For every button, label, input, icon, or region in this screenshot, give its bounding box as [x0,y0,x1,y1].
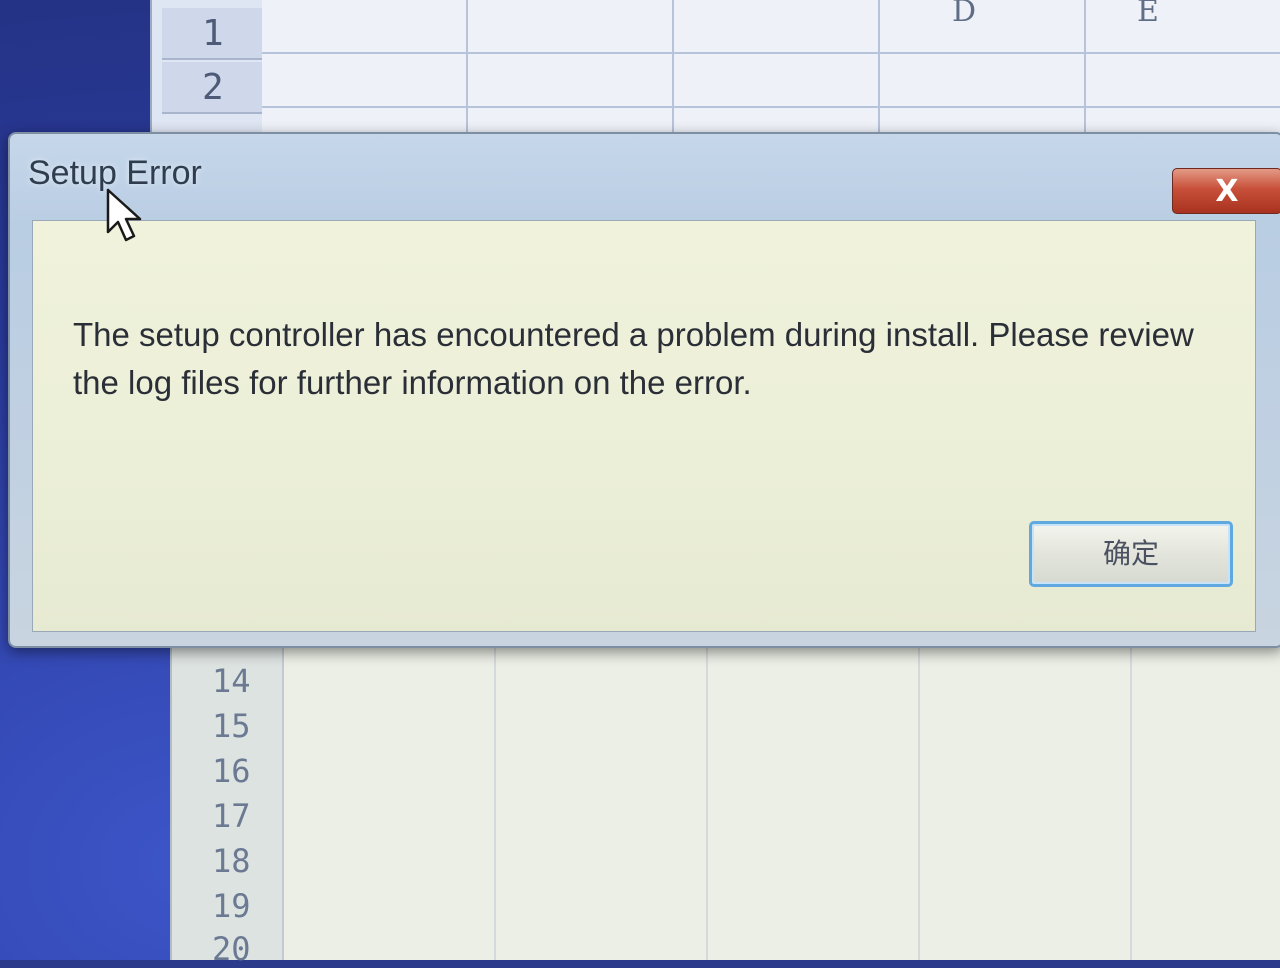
cell-grid-bottom[interactable] [284,640,1280,960]
row-header-16[interactable]: 16 [212,752,251,790]
row-header-2[interactable]: 2 [162,62,262,114]
close-icon: X [1215,174,1239,209]
row-header-20[interactable]: 20 [212,930,251,968]
row-header-14[interactable]: 14 [212,662,251,700]
row-header-18[interactable]: 18 [212,842,251,880]
setup-error-dialog: Setup Error X The setup controller has e… [8,132,1280,648]
close-button[interactable]: X [1172,168,1280,214]
ok-button[interactable]: 确定 [1029,521,1233,587]
row-header-15[interactable]: 15 [212,707,251,745]
spreadsheet-top: D E 1 2 [150,0,1280,150]
spreadsheet-bottom: 14 15 16 17 18 19 20 [170,640,1280,968]
row-header-column: 14 15 16 17 18 19 20 [172,640,284,968]
arrow-pointer-icon [106,188,142,242]
row-header-1[interactable]: 1 [162,8,262,60]
cell-grid-top[interactable] [262,0,1280,150]
error-message: The setup controller has encountered a p… [73,316,1194,401]
column-header-d[interactable]: D [952,0,976,29]
dialog-content: The setup controller has encountered a p… [32,220,1256,632]
column-header-e[interactable]: E [1137,0,1159,29]
row-header-19[interactable]: 19 [212,887,251,925]
row-header-17[interactable]: 17 [212,797,251,835]
